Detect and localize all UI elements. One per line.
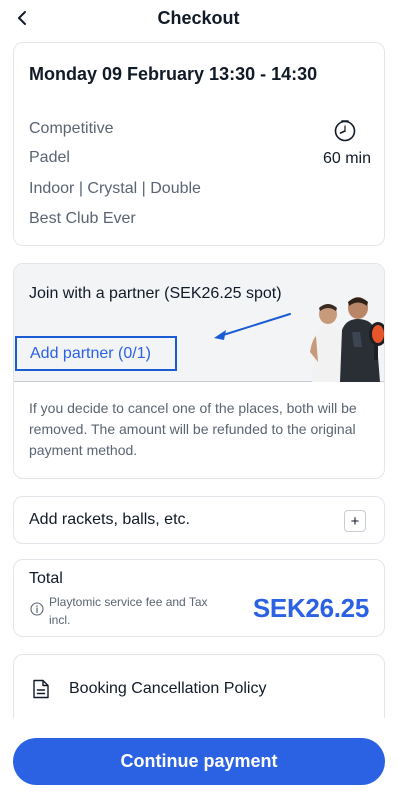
partner-header: Join with a partner (SEK26.25 spot) Add … bbox=[14, 264, 384, 382]
booking-datetime: Monday 09 February 13:30 - 14:30 bbox=[29, 64, 318, 84]
plus-icon: + bbox=[350, 512, 360, 530]
partner-card: Join with a partner (SEK26.25 spot) Add … bbox=[13, 263, 385, 479]
booking-summary-card: Monday 09 February 13:30 - 14:30 Competi… bbox=[13, 42, 385, 246]
booking-level: Competitive bbox=[29, 120, 114, 137]
add-partner-button[interactable]: Add partner (0/1) bbox=[15, 336, 177, 371]
partner-title: Join with a partner (SEK26.25 spot) bbox=[29, 285, 282, 302]
padel-players-image bbox=[310, 297, 384, 382]
continue-payment-button[interactable]: Continue payment bbox=[13, 738, 385, 785]
booking-duration: 60 min bbox=[322, 150, 372, 167]
extras-row[interactable]: Add rackets, balls, etc. + bbox=[13, 496, 385, 544]
total-card: Total Playtomic service fee and Tax incl… bbox=[13, 559, 385, 637]
pointer-arrow-icon bbox=[214, 313, 291, 340]
clock-icon bbox=[334, 120, 356, 142]
document-icon bbox=[33, 679, 49, 699]
cancellation-policy-label: Booking Cancellation Policy bbox=[69, 680, 267, 697]
extras-label: Add rackets, balls, etc. bbox=[29, 511, 190, 528]
partner-cancellation-note: If you decide to cancel one of the place… bbox=[29, 400, 357, 458]
add-extras-button[interactable]: + bbox=[344, 510, 366, 532]
service-fee-note: Playtomic service fee and Tax incl. bbox=[49, 595, 208, 627]
booking-court: Indoor | Crystal | Double bbox=[29, 180, 201, 197]
total-label: Total bbox=[29, 570, 63, 587]
booking-sport: Padel bbox=[29, 149, 70, 166]
info-icon bbox=[30, 602, 44, 616]
page-title: Checkout bbox=[157, 8, 240, 28]
footer: Continue payment bbox=[0, 718, 397, 797]
header: Checkout bbox=[0, 0, 397, 38]
total-amount: SEK26.25 bbox=[252, 593, 369, 623]
booking-club: Best Club Ever bbox=[29, 210, 136, 227]
